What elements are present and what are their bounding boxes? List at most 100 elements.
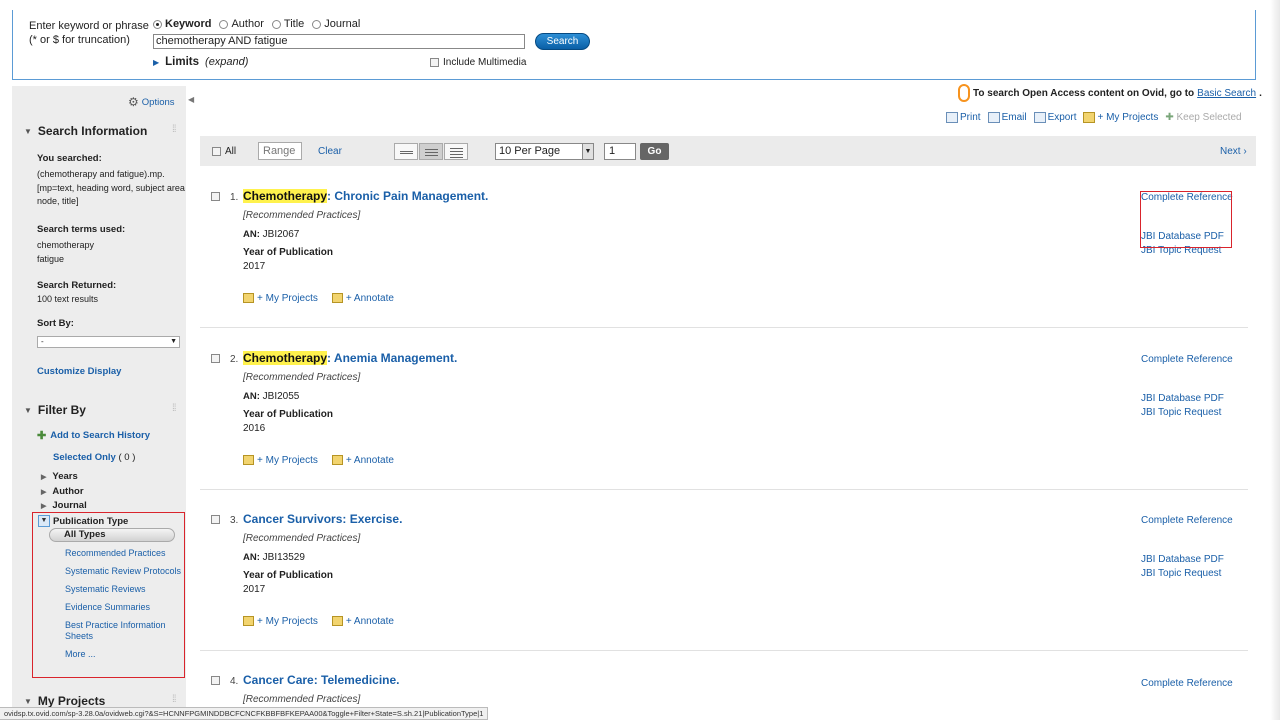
search-input[interactable]: chemotherapy AND fatigue xyxy=(153,34,525,49)
mode-author-radio[interactable]: Author xyxy=(219,18,264,30)
next-page-link[interactable]: Next › xyxy=(1220,146,1247,157)
view-title-only-button[interactable] xyxy=(394,143,418,160)
add-to-projects-link[interactable]: + My Projects xyxy=(243,293,318,304)
result-actions: + My Projects + Annotate xyxy=(243,293,394,304)
expand-triangle-icon: ▶ xyxy=(41,473,47,481)
pubtype-systematic-reviews[interactable]: Systematic Reviews xyxy=(65,584,183,595)
jbi-database-pdf-link[interactable]: JBI Database PDF xyxy=(1141,554,1224,565)
search-term: fatigue xyxy=(37,254,65,264)
pubtype-evidence-summaries[interactable]: Evidence Summaries xyxy=(65,602,183,613)
result-title-link[interactable]: Chemotherapy: Chronic Pain Management. xyxy=(243,189,488,203)
customize-display-link[interactable]: Customize Display xyxy=(37,366,121,377)
search-information-header[interactable]: ▼ Search Information xyxy=(24,124,147,138)
annotate-link[interactable]: + Annotate xyxy=(331,616,394,627)
search-mode-group: Keyword Author Title Journal xyxy=(153,18,360,30)
facet-journal[interactable]: ▶ Journal xyxy=(41,500,87,511)
per-page-select[interactable]: 10 Per Page ▼ xyxy=(495,143,594,160)
result-checkbox[interactable] xyxy=(211,354,220,363)
include-multimedia-checkbox[interactable]: Include Multimedia xyxy=(430,57,526,68)
options-button[interactable]: ⚙ Options xyxy=(128,95,175,109)
pubtype-more-link[interactable]: More ... xyxy=(65,649,183,660)
add-to-search-history-link[interactable]: ✚ Add to Search History xyxy=(37,429,150,442)
view-abstract-button[interactable] xyxy=(444,143,468,160)
search-panel: Enter keyword or phrase (* or $ for trun… xyxy=(12,10,1256,80)
accession-number: AN: JBI2055 xyxy=(243,391,300,402)
mode-title-radio[interactable]: Title xyxy=(271,18,304,30)
jbi-database-pdf-link[interactable]: JBI Database PDF xyxy=(1141,393,1224,404)
jbi-topic-request-link[interactable]: JBI Topic Request xyxy=(1141,407,1221,418)
limits-toggle[interactable]: ▶ Limits (expand) xyxy=(153,56,248,68)
add-to-projects-link[interactable]: + My Projects xyxy=(243,455,318,466)
complete-reference-link[interactable]: Complete Reference xyxy=(1141,354,1233,365)
keep-selected-button[interactable]: ✚ Keep Selected xyxy=(1165,112,1241,123)
dropdown-arrow-icon: ▼ xyxy=(582,144,593,159)
publication-type: [Recommended Practices] xyxy=(243,533,361,544)
radio-icon[interactable] xyxy=(219,19,229,29)
pubtype-systematic-review-protocols[interactable]: Systematic Review Protocols xyxy=(65,566,183,577)
line-icon xyxy=(425,152,438,153)
accession-number: AN: JBI13529 xyxy=(243,552,305,563)
radio-icon[interactable] xyxy=(312,19,322,29)
print-button[interactable]: Print xyxy=(946,112,981,123)
all-types-button[interactable]: All Types xyxy=(49,528,175,542)
add-to-projects-link[interactable]: + My Projects xyxy=(243,616,318,627)
facet-publication-type[interactable]: ▼ Publication Type xyxy=(38,515,128,527)
mode-journal-radio[interactable]: Journal xyxy=(312,18,360,30)
publication-type: [Recommended Practices] xyxy=(243,210,361,221)
selected-only-filter[interactable]: Selected Only ( 0 ) xyxy=(53,452,135,463)
publication-type: [Recommended Practices] xyxy=(243,694,361,705)
result-checkbox[interactable] xyxy=(211,515,220,524)
radio-icon[interactable] xyxy=(271,19,281,29)
go-button[interactable]: Go xyxy=(640,143,669,160)
view-citation-button[interactable] xyxy=(419,143,443,160)
result-checkbox[interactable] xyxy=(211,192,220,201)
drag-handle-icon[interactable]: ⁞⁞ xyxy=(172,403,176,414)
result-title-link[interactable]: Cancer Survivors: Exercise. xyxy=(243,512,402,526)
expand-triangle-icon: ▶ xyxy=(153,57,160,67)
result-checkbox[interactable] xyxy=(211,676,220,685)
facet-years[interactable]: ▶ Years xyxy=(41,471,78,482)
facet-author[interactable]: ▶ Author xyxy=(41,486,84,497)
complete-reference-link[interactable]: Complete Reference xyxy=(1141,678,1233,689)
annotate-link[interactable]: + Annotate xyxy=(331,455,394,466)
page-number-input[interactable]: 1 xyxy=(604,143,636,160)
range-input[interactable]: Range xyxy=(258,142,302,160)
result-title-link[interactable]: Chemotherapy: Anemia Management. xyxy=(243,351,457,365)
pubtype-recommended-practices[interactable]: Recommended Practices xyxy=(65,548,183,559)
filter-by-header[interactable]: ▼ Filter By xyxy=(24,403,86,417)
checkbox-icon[interactable] xyxy=(430,58,439,67)
result-title-link[interactable]: Cancer Care: Telemedicine. xyxy=(243,673,400,687)
mode-keyword-radio[interactable]: Keyword xyxy=(153,18,211,30)
complete-reference-link[interactable]: Complete Reference xyxy=(1141,515,1233,526)
collapse-triangle-icon: ▼ xyxy=(24,405,32,415)
basic-search-link[interactable]: Basic Search xyxy=(1197,88,1256,99)
export-button[interactable]: Export xyxy=(1033,112,1076,123)
checkbox-icon[interactable] xyxy=(212,147,221,156)
drag-handle-icon[interactable]: ⁞⁞ xyxy=(172,694,176,705)
annotate-link[interactable]: + Annotate xyxy=(331,293,394,304)
window-edge xyxy=(1270,0,1280,720)
select-all-checkbox[interactable]: All xyxy=(212,146,236,157)
year-label: Year of Publication xyxy=(243,409,334,420)
drag-handle-icon[interactable]: ⁞⁞ xyxy=(172,124,176,135)
year-value: 2016 xyxy=(243,423,266,434)
search-term: chemotherapy xyxy=(37,240,95,250)
search-button[interactable]: Search xyxy=(535,33,590,50)
clear-link[interactable]: Clear xyxy=(318,146,342,157)
sort-by-select[interactable]: - ▼ xyxy=(37,336,180,348)
you-searched-value: (chemotherapy and fatigue).mp. [mp=text,… xyxy=(37,169,185,206)
email-button[interactable]: Email xyxy=(987,112,1027,123)
collapse-triangle-icon[interactable]: ▼ xyxy=(38,515,50,527)
my-projects-button[interactable]: + My Projects xyxy=(1083,112,1158,123)
result-actions: + My Projects + Annotate xyxy=(243,616,394,627)
search-returned-value: 100 text results xyxy=(37,294,99,304)
line-icon xyxy=(400,153,413,154)
my-projects-header[interactable]: ▼ My Projects xyxy=(24,694,105,708)
jbi-topic-request-link[interactable]: JBI Topic Request xyxy=(1141,568,1221,579)
result-number: 4. xyxy=(230,676,239,687)
collapse-sidebar-icon[interactable]: ◀ xyxy=(188,95,194,104)
folder-add-icon xyxy=(1083,112,1096,123)
line-icon xyxy=(450,148,463,149)
radio-selected-icon[interactable] xyxy=(153,19,162,29)
pubtype-best-practice-sheets[interactable]: Best Practice Information Sheets xyxy=(65,620,183,642)
